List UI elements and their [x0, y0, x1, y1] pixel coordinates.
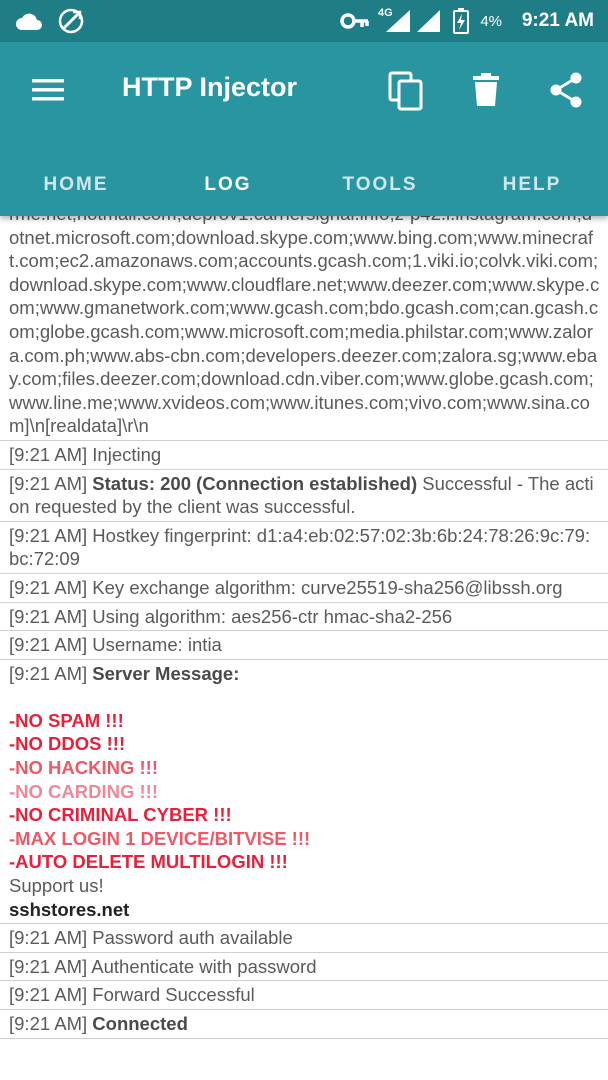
log-text: Username: intia [92, 634, 222, 656]
log-time: [9:21 AM] [9, 576, 88, 598]
log-time: [9:21 AM] [9, 472, 88, 494]
log-text: Authenticate with password [91, 955, 317, 977]
status-code-text: Status: 200 (Connection established) [92, 472, 418, 494]
log-time: [9:21 AM] [9, 634, 88, 656]
vpn-key-icon [340, 0, 370, 42]
status-bar: 4G 4% 9:21 AM [0, 0, 608, 42]
log-entry: [9:21 AM] Using algorithm: aes256-ctr hm… [0, 603, 608, 632]
tab-help[interactable]: HELP [456, 154, 608, 216]
log-text: Forward Successful [92, 984, 255, 1006]
log-entry: [9:21 AM] Key exchange algorithm: curve2… [0, 574, 608, 603]
tab-home[interactable]: HOME [0, 154, 152, 216]
log-time: [9:21 AM] [9, 443, 88, 465]
support-text: Support us! [9, 875, 104, 897]
log-time: [9:21 AM] [9, 984, 88, 1006]
log-time: [9:21 AM] [9, 605, 88, 627]
log-list[interactable]: rme.net;hotmail.com;deprov1.carriersigna… [0, 216, 608, 1080]
payload-text: rme.net;hotmail.com;deprov1.carriersigna… [9, 216, 600, 437]
injector-icon [56, 0, 86, 42]
log-entry-payload: rme.net;hotmail.com;deprov1.carriersigna… [0, 216, 608, 441]
rule-line: -NO DDOS !!! [9, 733, 126, 755]
log-entry-status: [9:21 AM] Status: 200 (Connection establ… [0, 470, 608, 522]
rule-line: -AUTO DELETE MULTILOGIN !!! [9, 851, 288, 873]
log-text: Key exchange algorithm: curve25519-sha25… [92, 576, 563, 598]
log-entry-server-message: [9:21 AM] Server Message: -NO SPAM !!! -… [0, 660, 608, 925]
log-text: Injecting [92, 443, 162, 465]
rule-line: -NO CRIMINAL CYBER !!! [9, 804, 232, 826]
site-text: sshstores.net [9, 898, 130, 920]
log-time: [9:21 AM] [9, 927, 88, 949]
log-entry: [9:21 AM] Injecting [0, 441, 608, 470]
signal-2-icon [416, 0, 442, 42]
tab-tools[interactable]: TOOLS [304, 154, 456, 216]
connected-text: Connected [92, 1013, 188, 1034]
rule-line: -NO HACKING !!! [9, 757, 159, 779]
tab-log[interactable]: LOG [152, 154, 304, 216]
log-text: Hostkey fingerprint: d1:a4:eb:02:57:02:3… [9, 524, 591, 570]
clock: 9:21 AM [521, 10, 594, 31]
log-entry: [9:21 AM] Hostkey fingerprint: d1:a4:eb:… [0, 522, 608, 574]
app-title: HTTP Injector [122, 72, 298, 102]
cloud-icon [14, 0, 44, 42]
log-text: Password auth available [92, 927, 293, 949]
log-entry: [9:21 AM] Authenticate with password [0, 953, 608, 982]
log-entry: [9:21 AM] Password auth available [0, 924, 608, 953]
delete-icon[interactable] [460, 64, 512, 116]
signal-icon [384, 0, 412, 42]
menu-icon[interactable] [22, 64, 74, 116]
server-message-heading: Server Message: [92, 662, 240, 684]
log-time: [9:21 AM] [9, 1013, 88, 1034]
app-bar: HTTP Injector HOME LOG TOOLS HELP [0, 42, 608, 216]
rule-line: -MAX LOGIN 1 DEVICE/BITVISE !!! [9, 827, 311, 849]
tab-bar: HOME LOG TOOLS HELP [0, 154, 608, 216]
log-time: [9:21 AM] [9, 662, 88, 684]
log-time: [9:21 AM] [9, 955, 88, 977]
copy-icon[interactable] [380, 64, 432, 118]
log-entry: [9:21 AM] Username: intia [0, 631, 608, 660]
rule-line: -NO CARDING !!! [9, 780, 159, 802]
rule-line: -NO SPAM !!! [9, 709, 124, 731]
log-entry: [9:21 AM] Forward Successful [0, 981, 608, 1010]
log-text: Using algorithm: aes256-ctr hmac-sha2-25… [92, 605, 453, 627]
battery-percent: 4% [480, 12, 502, 30]
share-icon[interactable] [540, 64, 592, 116]
log-time: [9:21 AM] [9, 524, 88, 546]
log-entry: [9:21 AM] Connected [0, 1010, 608, 1039]
battery-charging-icon [453, 0, 469, 42]
